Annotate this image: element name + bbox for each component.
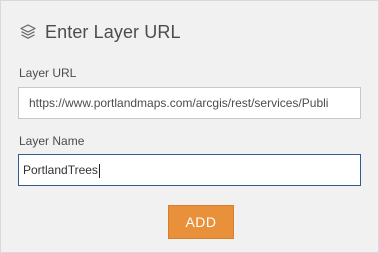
layer-url-input[interactable]: https://www.portlandmaps.com/arcgis/rest… — [18, 87, 361, 119]
layer-name-input[interactable]: PortlandTrees — [18, 154, 361, 186]
layers-icon — [19, 23, 37, 41]
layer-url-label: Layer URL — [19, 66, 77, 80]
panel-title: Enter Layer URL — [45, 21, 181, 42]
text-caret — [98, 163, 100, 178]
add-layer-panel: Enter Layer URL Layer URL https://www.po… — [0, 0, 379, 253]
layer-url-value: https://www.portlandmaps.com/arcgis/rest… — [29, 96, 329, 110]
panel-header: Enter Layer URL — [19, 20, 181, 44]
add-button[interactable]: ADD — [168, 205, 234, 239]
layer-name-label: Layer Name — [19, 134, 85, 148]
layer-name-value: PortlandTrees — [23, 163, 98, 177]
